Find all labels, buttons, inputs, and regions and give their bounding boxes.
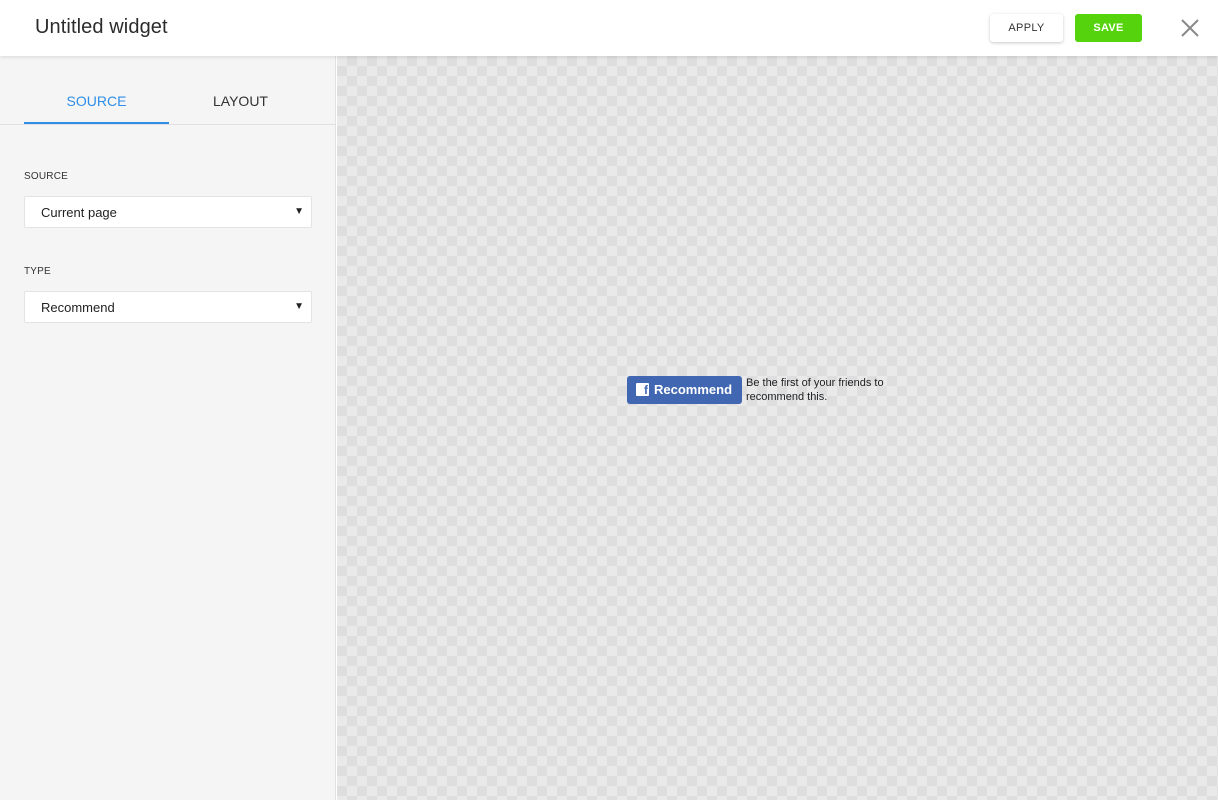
save-button[interactable]: SAVE [1075,14,1142,42]
caret-down-icon: ▼ [294,206,304,217]
recommend-button-label: Recommend [654,382,733,397]
tab-bar: SOURCE LAYOUT [0,56,335,125]
close-button[interactable] [1177,15,1203,41]
source-select-value: Current page [41,205,117,220]
source-field-label: SOURCE [24,171,68,182]
tab-source[interactable]: SOURCE [24,56,169,124]
header-bar: Untitled widget APPLY SAVE [0,0,1218,56]
social-context-text: Be the first of your friends to recommen… [746,377,884,403]
type-field-label: TYPE [24,266,51,277]
source-select[interactable]: Current page ▼ [24,196,312,228]
apply-button[interactable]: APPLY [990,14,1063,42]
settings-sidebar: SOURCE LAYOUT SOURCE Current page ▼ TYPE… [0,56,336,800]
tab-layout[interactable]: LAYOUT [168,56,313,124]
recommend-button[interactable]: f Recommend [627,376,742,404]
close-icon [1181,19,1199,37]
widget-title: Untitled widget [35,16,168,38]
preview-canvas: f Recommend Be the first of your friends… [337,56,1218,800]
type-select[interactable]: Recommend ▼ [24,291,312,323]
caret-down-icon: ▼ [294,301,304,312]
widget-editor: Untitled widget APPLY SAVE SOURCE LAYOUT… [0,0,1218,800]
type-select-value: Recommend [41,300,115,315]
facebook-recommend-widget: f Recommend Be the first of your friends… [627,376,897,406]
facebook-icon: f [636,383,649,396]
